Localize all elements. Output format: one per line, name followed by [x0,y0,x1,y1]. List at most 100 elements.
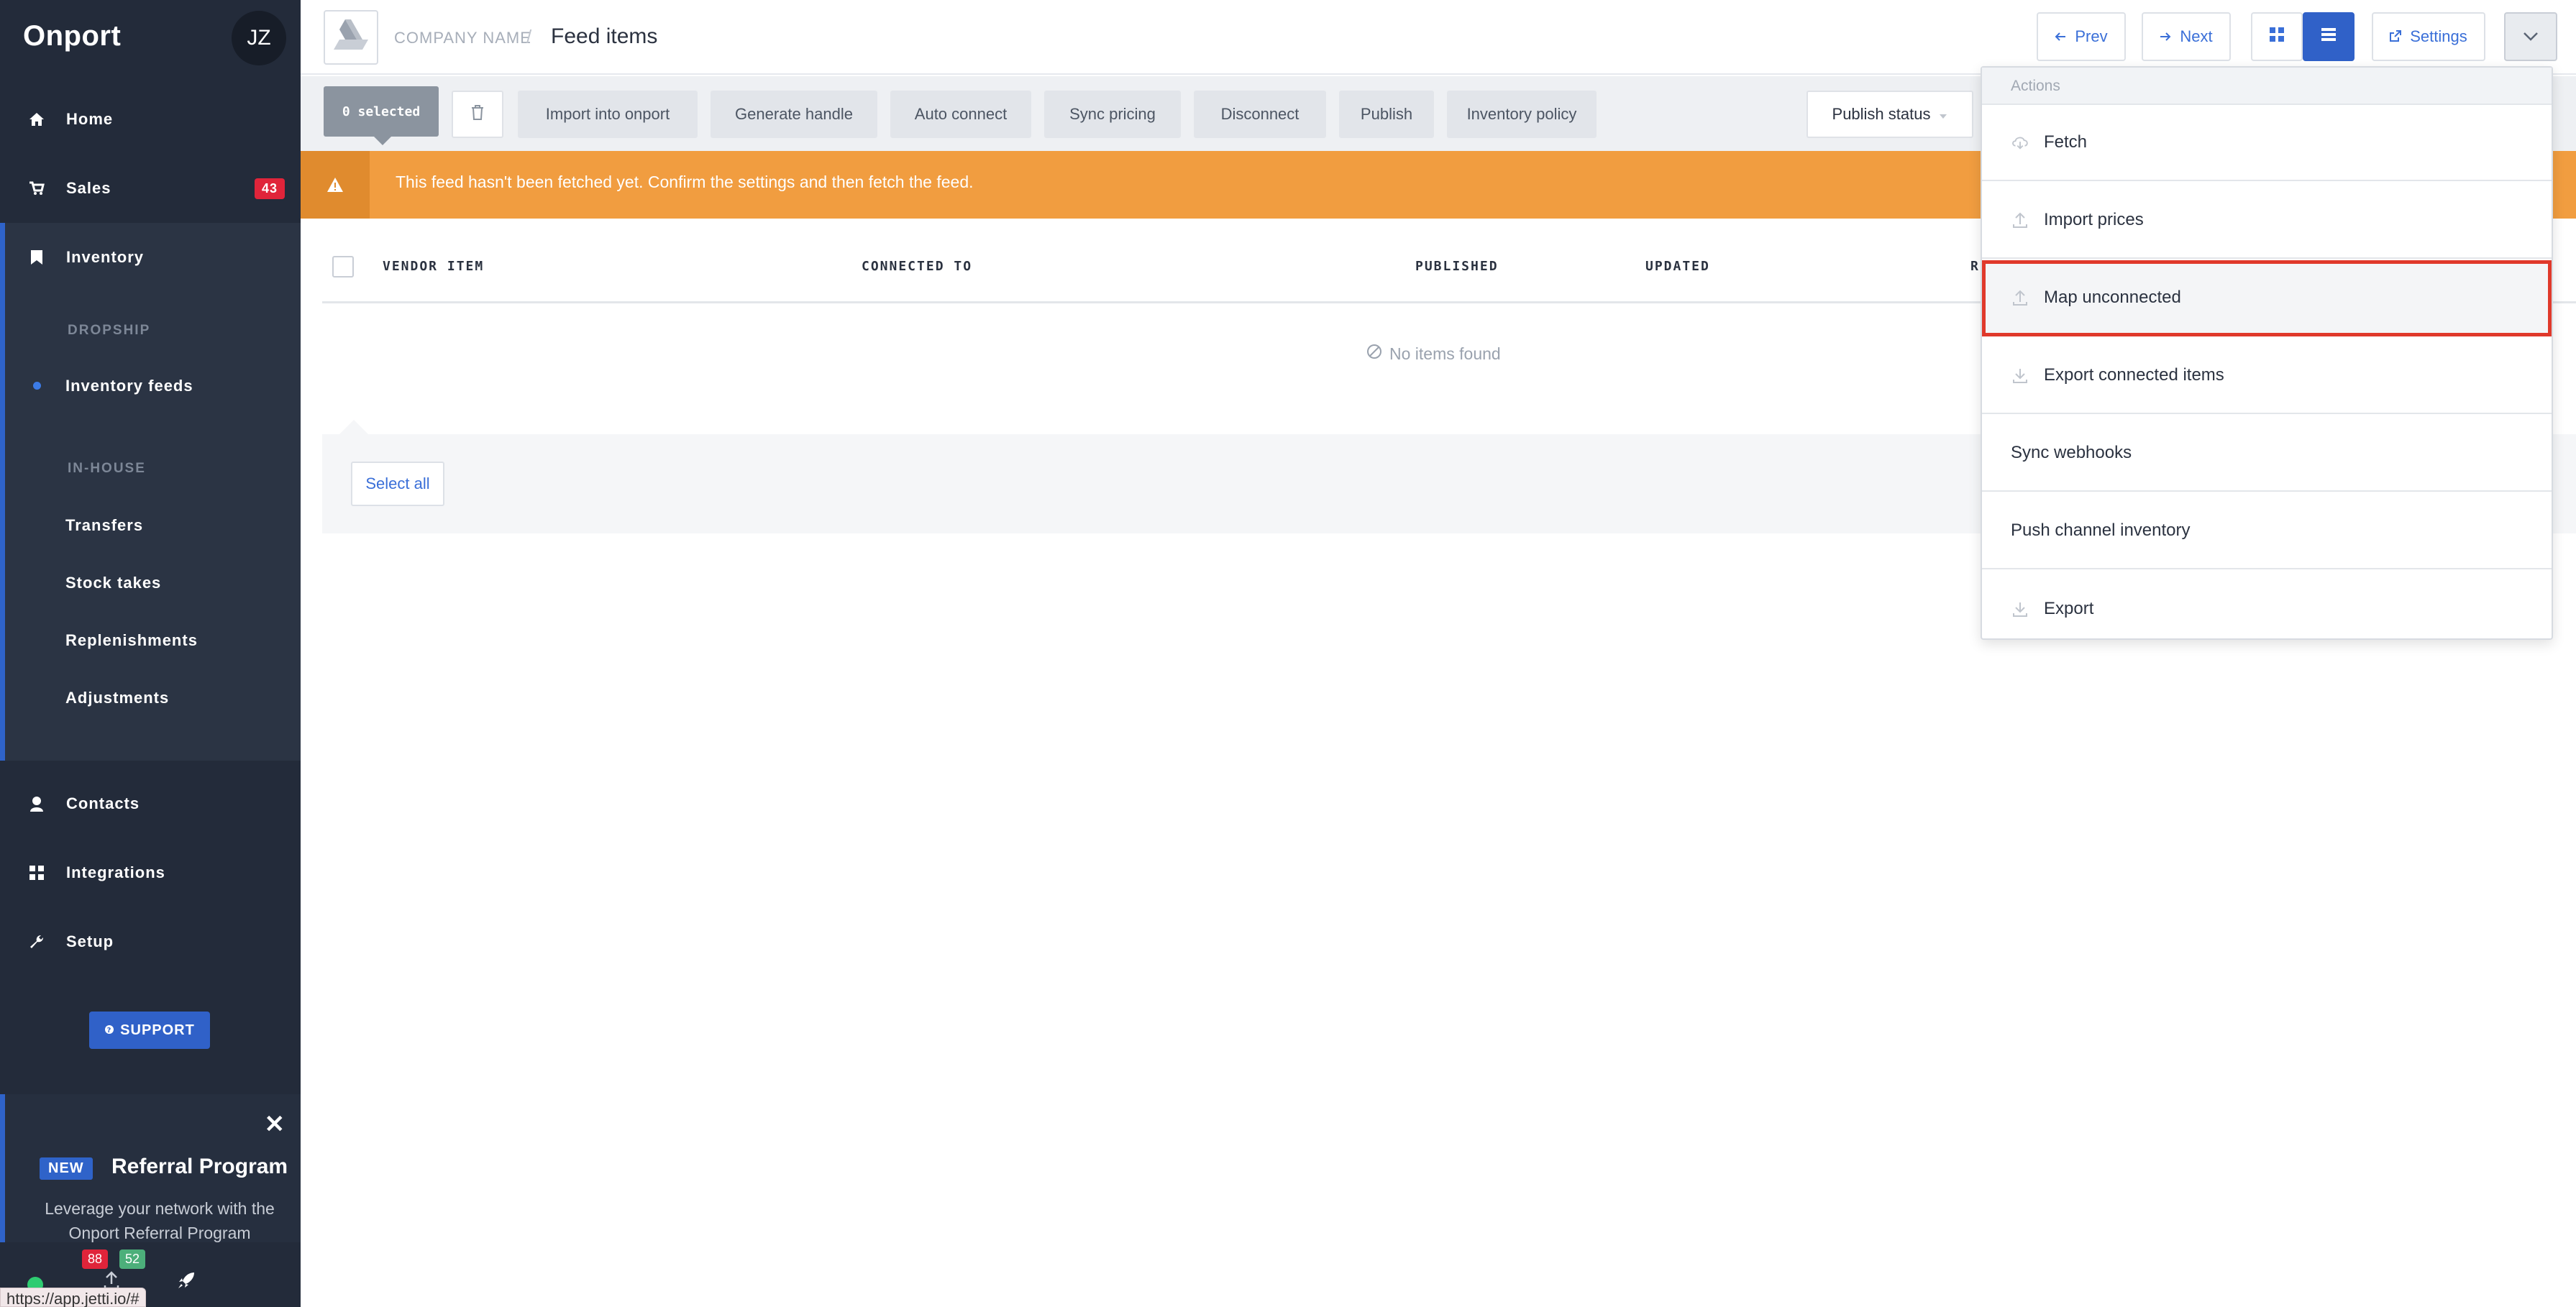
svg-text:?: ? [107,1027,112,1035]
settings-button[interactable]: Settings [2372,12,2485,61]
selected-count-button[interactable]: 0 selected [324,86,439,137]
alert-text: This feed hasn't been fetched yet. Confi… [396,173,974,191]
menu-item-sync-webhooks[interactable]: Sync webhooks [1982,416,2552,492]
sidebar-item-label: Contacts [66,794,140,812]
inventory-section [0,223,301,761]
select-all-button[interactable]: Select all [351,462,444,506]
menu-item-label: Fetch [2044,132,2088,152]
menu-item-label: Map unconnected [2044,288,2181,307]
delete-button[interactable] [452,91,503,138]
publish-button[interactable]: Publish [1339,91,1434,138]
menu-item-export-connected-items[interactable]: Export connected items [1982,338,2552,414]
menu-item-push-channel-inventory[interactable]: Push channel inventory [1982,493,2552,569]
sidebar-item-replenishments[interactable]: Replenishments [65,631,198,650]
generate-handle-button[interactable]: Generate handle [711,91,877,138]
menu-item-fetch[interactable]: Fetch [1982,105,2552,181]
close-icon[interactable]: ✕ [265,1110,286,1139]
sidebar-item-sales[interactable]: Sales 43 [0,154,301,223]
inhouse-heading: IN-HOUSE [68,461,146,476]
notification-count-badge: 88 [82,1249,109,1269]
empty-state: No items found [1366,344,1501,364]
warning-icon [301,151,370,219]
page-title: Feed items [551,24,658,48]
grid-view-button[interactable] [2251,12,2303,61]
menu-item-import-prices[interactable]: Import prices [1982,183,2552,259]
top-header: COMPANY NAME / Feed items Prev Next Sett… [301,0,2576,75]
sidebar-item-home[interactable]: Home [0,85,301,154]
footer-notch [339,420,368,434]
menu-item-label: Import prices [2044,210,2144,229]
menu-item-label: Push channel inventory [2011,520,2191,540]
url-tooltip: https://app.jetti.io/# [0,1288,146,1307]
select-all-checkbox[interactable] [332,256,354,278]
import-into-onport-button[interactable]: Import into onport [518,91,698,138]
support-label: SUPPORT [120,1022,195,1038]
rocket-icon[interactable] [177,1271,196,1293]
menu-item-label: Export connected items [2044,365,2224,385]
list-icon [2321,27,2337,46]
sidebar-item-stock-takes[interactable]: Stock takes [65,574,161,592]
active-dot-icon [33,382,41,390]
user-icon [29,796,45,812]
sidebar-item-inventory-feeds[interactable]: Inventory feeds [65,377,193,395]
download-icon [2011,366,2029,385]
referral-panel: ✕ NEW Referral Program Leverage your net… [0,1094,301,1242]
external-link-icon [2390,27,2402,46]
new-badge: NEW [40,1157,93,1180]
column-published[interactable]: PUBLISHED [1415,259,1499,274]
help-icon: ? [104,1022,114,1039]
column-vendor-item[interactable]: VENDOR ITEM [383,259,484,274]
sidebar-item-label: Home [66,110,114,128]
actions-dropdown-button[interactable] [2504,12,2557,61]
sidebar-item-setup[interactable]: Setup [0,907,301,976]
column-updated[interactable]: UPDATED [1645,259,1710,274]
prev-label: Prev [2075,27,2108,45]
sidebar-item-label: Integrations [66,863,165,881]
sidebar-item-label: Setup [66,932,114,950]
sync-pricing-button[interactable]: Sync pricing [1044,91,1181,138]
brand-logo[interactable]: Onport [23,20,121,52]
publish-status-label: Publish status [1832,105,1931,123]
sidebar-item-label: Inventory [66,248,145,266]
caret-down-icon [1939,105,1947,124]
grid-icon [29,865,45,881]
auto-connect-button[interactable]: Auto connect [890,91,1031,138]
referral-text: Leverage your network with the Onport Re… [45,1199,275,1242]
support-button[interactable]: ? SUPPORT [89,1012,210,1049]
referral-title[interactable]: Referral Program [111,1155,288,1179]
prev-button[interactable]: Prev [2037,12,2126,61]
breadcrumb-company[interactable]: COMPANY NAME [394,29,531,47]
menu-item-label: Export [2044,599,2094,618]
sidebar-item-contacts[interactable]: Contacts [0,769,301,838]
download-icon [2011,600,2029,618]
sidebar-item-transfers[interactable]: Transfers [65,516,143,535]
next-label: Next [2180,27,2213,45]
disconnect-button[interactable]: Disconnect [1194,91,1326,138]
sales-count-badge: 43 [254,178,285,199]
dropship-heading: DROPSHIP [68,323,151,338]
ban-icon [1366,344,1382,364]
sidebar-item-integrations[interactable]: Integrations [0,838,301,907]
company-logo [324,10,378,65]
upload-icon [2011,288,2029,307]
cloud-download-icon [2011,133,2029,152]
publish-status-filter[interactable]: Publish status [1807,91,1973,138]
menu-item-label: Sync webhooks [2011,443,2132,462]
next-button[interactable]: Next [2142,12,2231,61]
sidebar-item-adjustments[interactable]: Adjustments [65,689,169,707]
menu-item-export[interactable]: Export [1982,571,2552,647]
menu-item-map-unconnected[interactable]: Map unconnected [1982,260,2552,336]
column-connected-to[interactable]: CONNECTED TO [862,259,972,274]
home-icon [29,111,45,127]
user-avatar[interactable]: JZ [232,11,286,65]
sidebar-item-inventory[interactable]: Inventory [5,223,301,292]
trash-icon [470,104,485,124]
list-view-button[interactable] [2303,12,2355,61]
menu-heading: Actions [1982,68,2552,105]
inventory-policy-button[interactable]: Inventory policy [1447,91,1597,138]
sidebar-item-label: Sales [66,179,111,197]
task-count-badge: 52 [119,1249,146,1269]
chevron-down-icon [2523,27,2539,46]
column-partial[interactable]: R [1970,259,1980,274]
wrench-icon [29,934,45,950]
